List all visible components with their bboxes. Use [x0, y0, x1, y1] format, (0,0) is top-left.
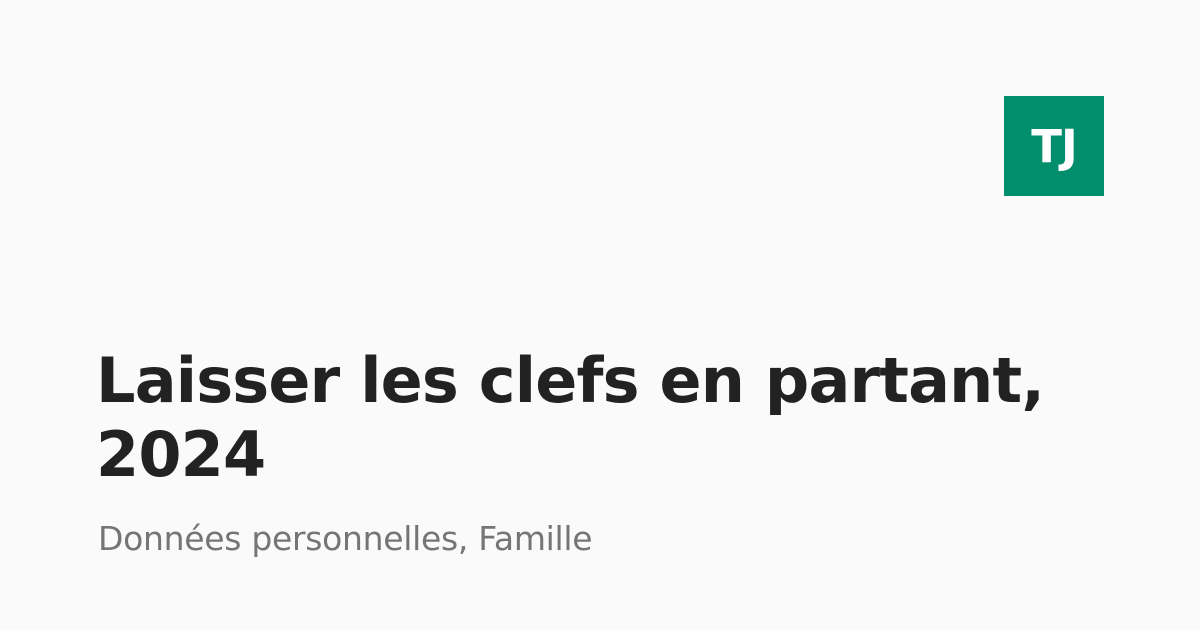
- page-title: Laisser les clefs en partant, 2024: [96, 344, 1045, 491]
- tags-line: Données personnelles, Famille: [98, 519, 593, 558]
- site-logo: TJ: [1004, 96, 1104, 196]
- share-card: TJ Laisser les clefs en partant, 2024 Do…: [0, 0, 1200, 630]
